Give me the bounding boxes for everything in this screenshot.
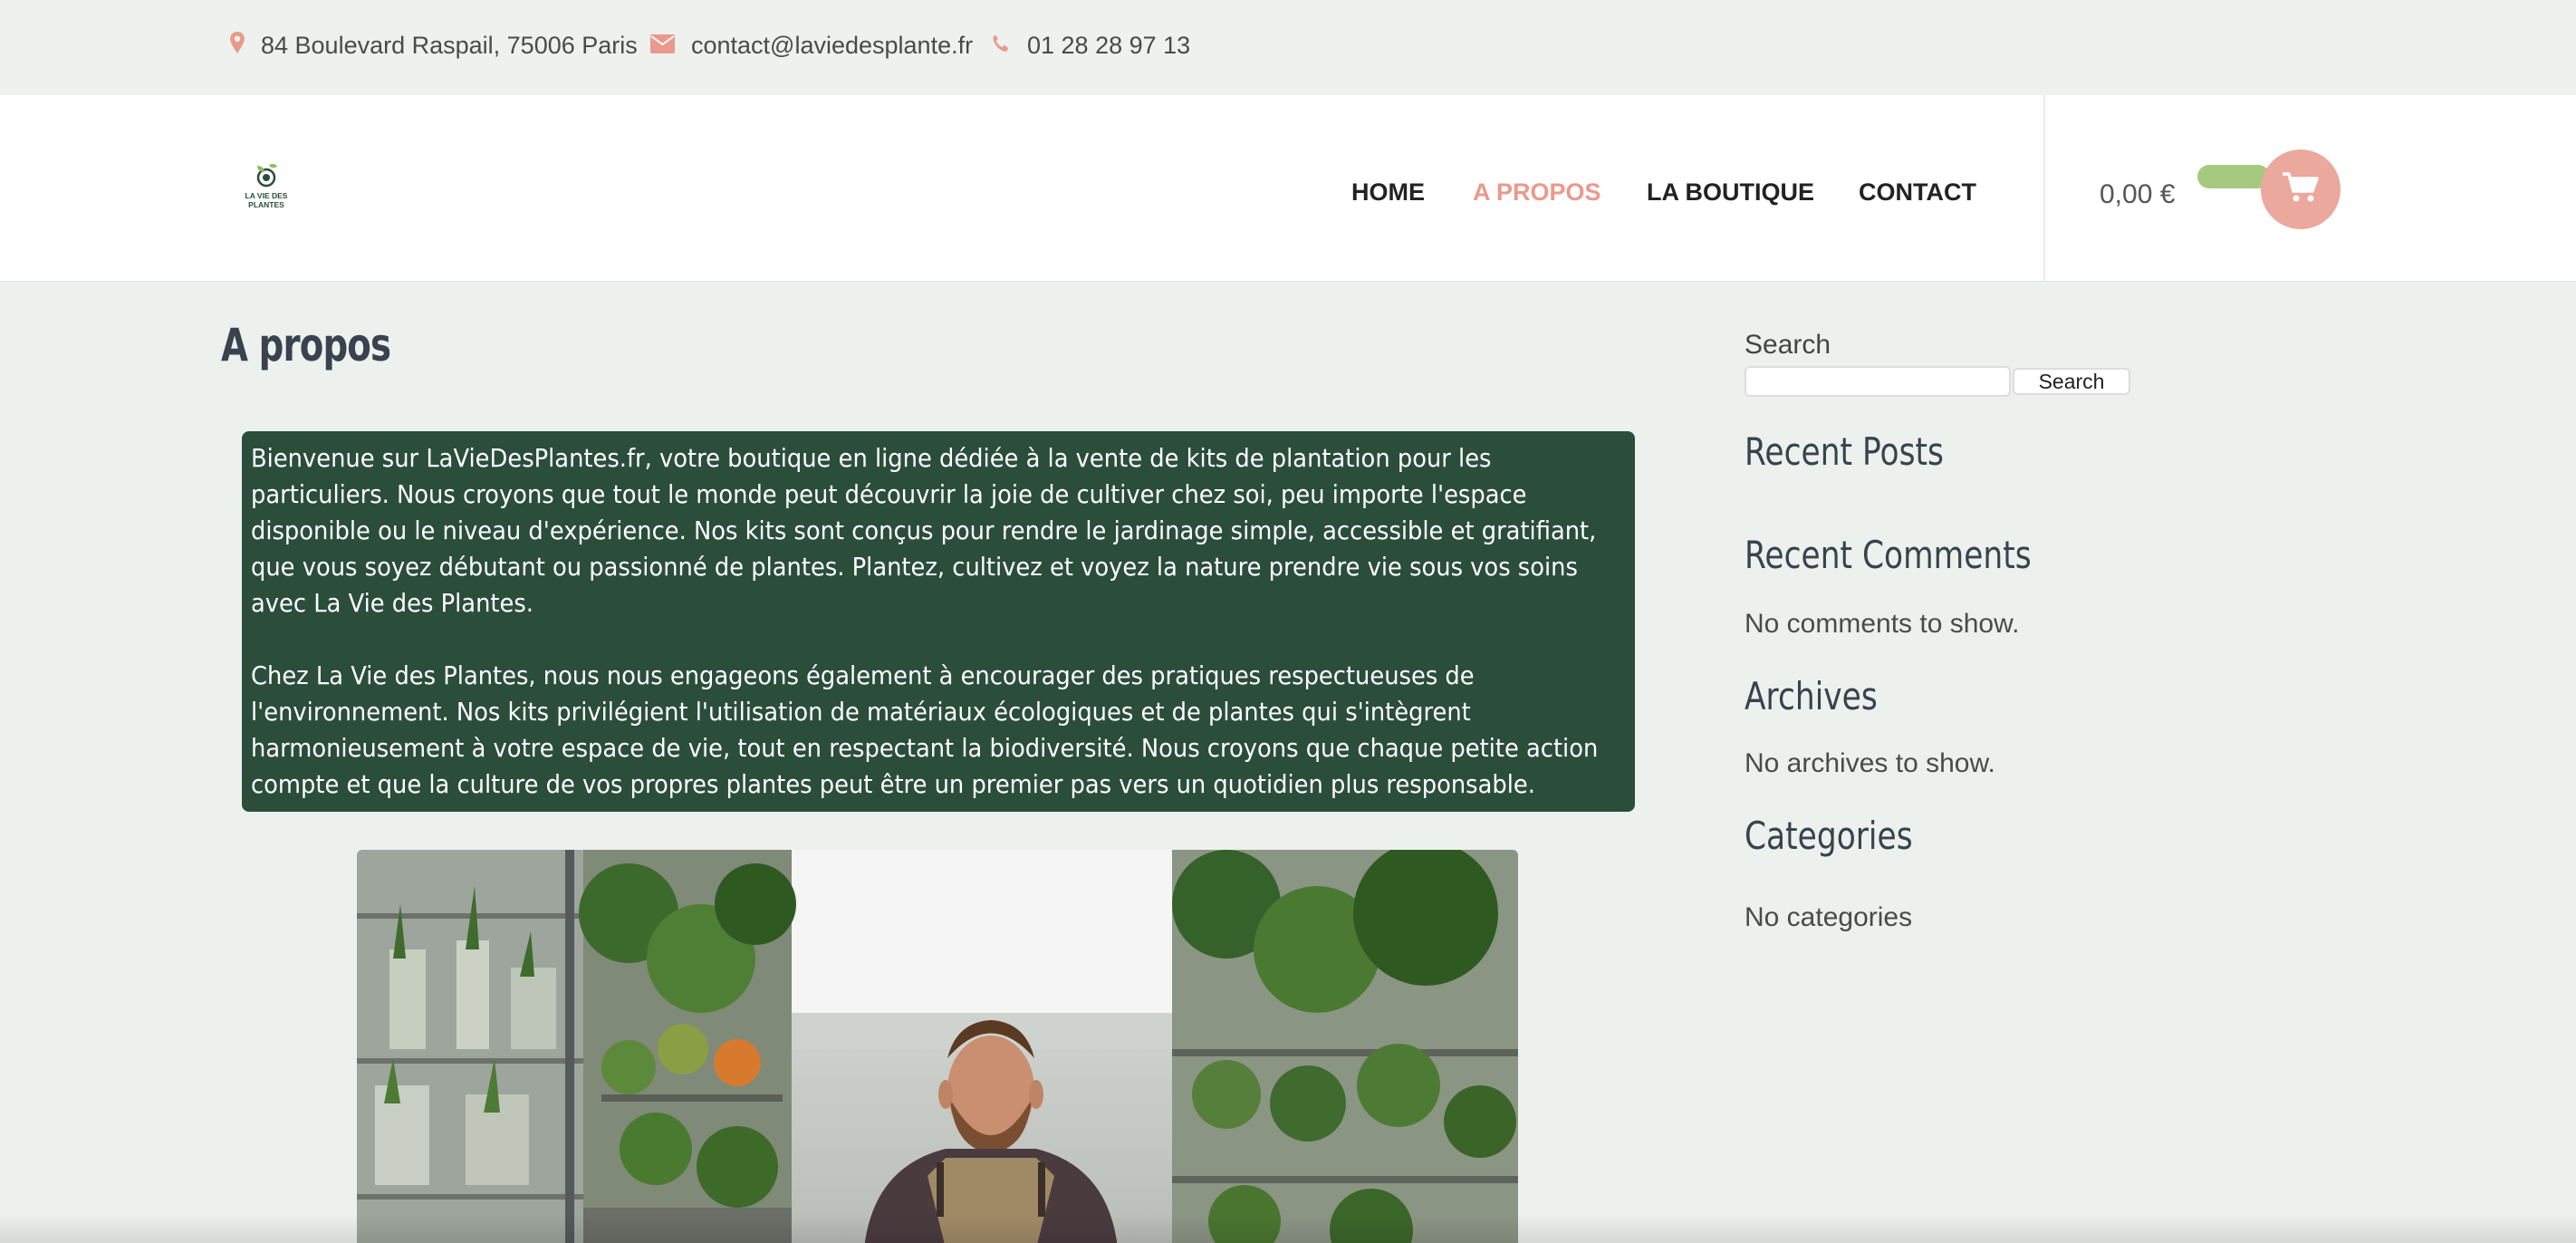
recent-comments-title: Recent Comments xyxy=(1745,533,2032,577)
phone-item[interactable]: 01 28 28 97 13 xyxy=(991,0,1190,91)
nav-la-boutique[interactable]: LA BOUTIQUE xyxy=(1647,178,1814,207)
cart-count-pill xyxy=(2197,165,2270,188)
phone-icon xyxy=(991,32,1011,60)
categories-title: Categories xyxy=(1745,814,1913,858)
page-title: A propos xyxy=(221,319,391,371)
top-contact-bar: 84 Boulevard Raspail, 75006 Paris contac… xyxy=(0,0,2576,95)
email-link[interactable]: contact@laviedesplante.fr xyxy=(691,32,973,60)
map-pin-icon xyxy=(230,31,245,60)
envelope-icon xyxy=(650,32,675,60)
cart-total[interactable]: 0,00 € xyxy=(2100,179,2175,210)
cart-button[interactable] xyxy=(2261,149,2341,229)
logo-line2: PLANTES xyxy=(248,200,284,209)
address-text: 84 Boulevard Raspail, 75006 Paris xyxy=(261,31,638,59)
recent-comments-text: No comments to show. xyxy=(1745,609,2020,639)
address-item: 84 Boulevard Raspail, 75006 Paris xyxy=(230,0,638,91)
phone-link[interactable]: 01 28 28 97 13 xyxy=(1027,32,1190,60)
cart-icon xyxy=(2283,171,2319,207)
site-logo[interactable]: LA VIE DES PLANTES xyxy=(237,160,295,217)
search-label: Search xyxy=(1745,330,1831,360)
email-item[interactable]: contact@laviedesplante.fr xyxy=(650,0,973,91)
nav-home[interactable]: HOME xyxy=(1351,178,1425,207)
archives-text: No archives to show. xyxy=(1745,748,1995,778)
nav-a-propos[interactable]: A PROPOS xyxy=(1473,178,1601,207)
about-text-box: Bienvenue sur LaVieDesPlantes.fr, votre … xyxy=(242,431,1635,812)
categories-text: No categories xyxy=(1745,902,1913,932)
recent-posts-title: Recent Posts xyxy=(1745,429,1944,474)
gardener-photo xyxy=(357,850,1518,1243)
archives-title: Archives xyxy=(1745,674,1878,718)
site-header: LA VIE DES PLANTES HOME A PROPOS LA BOUT… xyxy=(0,95,2576,282)
about-paragraph-1: Bienvenue sur LaVieDesPlantes.fr, votre … xyxy=(251,443,1597,618)
header-divider xyxy=(2043,95,2045,282)
search-input[interactable] xyxy=(1745,366,2011,397)
nav-contact[interactable]: CONTACT xyxy=(1859,178,1976,207)
search-button[interactable]: Search xyxy=(2013,368,2130,395)
about-paragraph-2: Chez La Vie des Plantes, nous nous engag… xyxy=(251,660,1599,799)
logo-line1: LA VIE DES xyxy=(245,191,288,200)
